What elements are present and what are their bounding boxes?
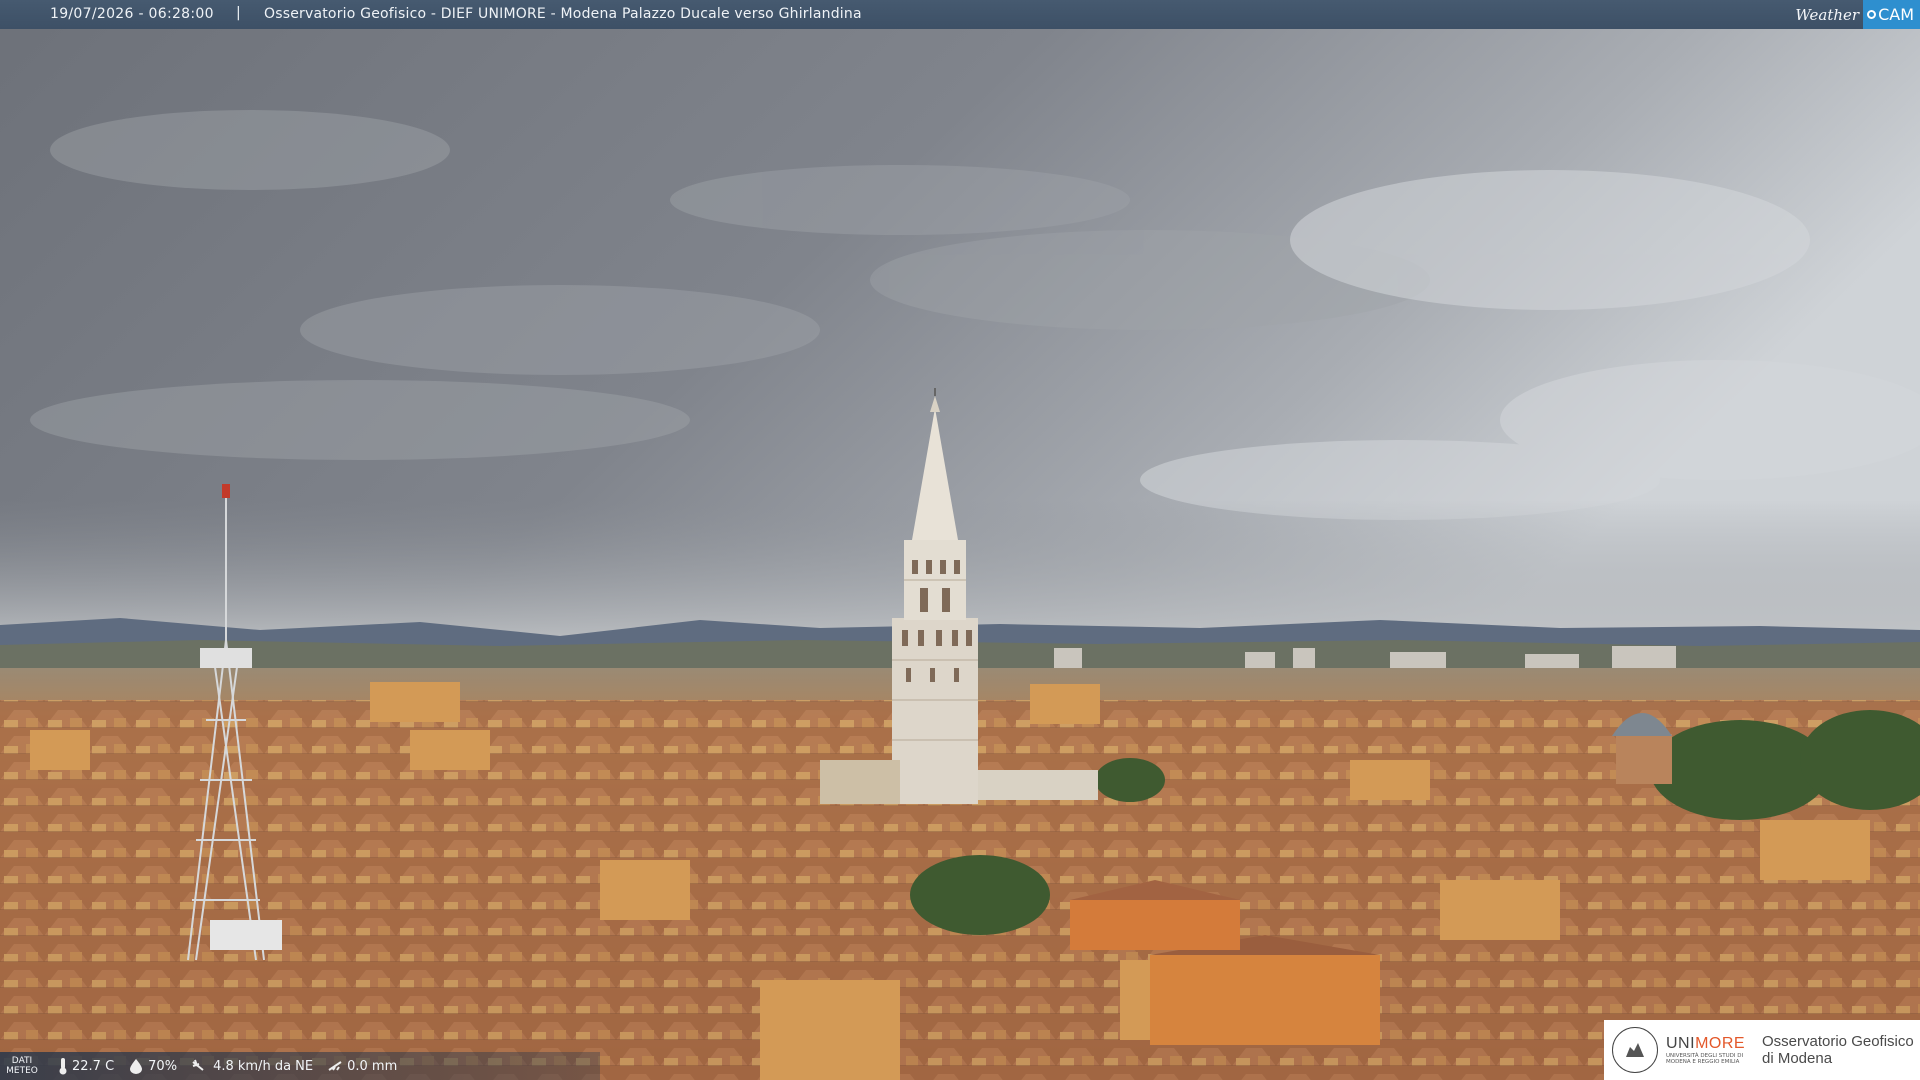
- timestamp: 19/07/2026 - 06:28:00: [50, 6, 214, 22]
- brand-cam-text: CAM: [1878, 5, 1914, 24]
- logo-university-name: UNIVERSITÀ DEGLI STUDI DI MODENA E REGGIO…: [1666, 1053, 1744, 1065]
- brand-weather-text: Weather: [1795, 5, 1860, 24]
- weathercam-logo: Weather CAM: [1795, 0, 1920, 29]
- rain-value: 0.0 mm: [347, 1058, 398, 1074]
- temperature-value: 22.7 C: [72, 1058, 115, 1074]
- logo-more: MORE: [1695, 1035, 1746, 1052]
- university-seal-icon: [1612, 1027, 1658, 1073]
- brand-dot-icon: [1867, 10, 1877, 19]
- humidity-value: 70%: [148, 1058, 178, 1074]
- observatory-name: Osservatorio Geofisico di Modena: [1762, 1033, 1914, 1067]
- camera-title: Osservatorio Geofisico - DIEF UNIMORE - …: [264, 6, 862, 22]
- humidity-drop-icon: [130, 1059, 143, 1074]
- unimore-logo-panel: UNIMORE UNIVERSITÀ DEGLI STUDI DI MODENA …: [1604, 1020, 1920, 1080]
- wind-value: 4.8 km/h da NE: [213, 1058, 314, 1074]
- webcam-photo: [0, 0, 1920, 1080]
- meteo-bar: DATI METEO 22.7 C 70% 4.8 km/h da NE 0.0 …: [0, 1052, 600, 1080]
- wind-icon: [192, 1059, 204, 1071]
- timestamp-bar: 19/07/2026 - 06:28:00 | Osservatorio Geo…: [0, 0, 1920, 29]
- logo-uni: UNI: [1666, 1035, 1696, 1052]
- thermometer-icon: [59, 1058, 67, 1075]
- title-separator: |: [236, 5, 241, 21]
- meteo-label: DATI METEO: [6, 1056, 38, 1076]
- rain-icon: [328, 1061, 342, 1071]
